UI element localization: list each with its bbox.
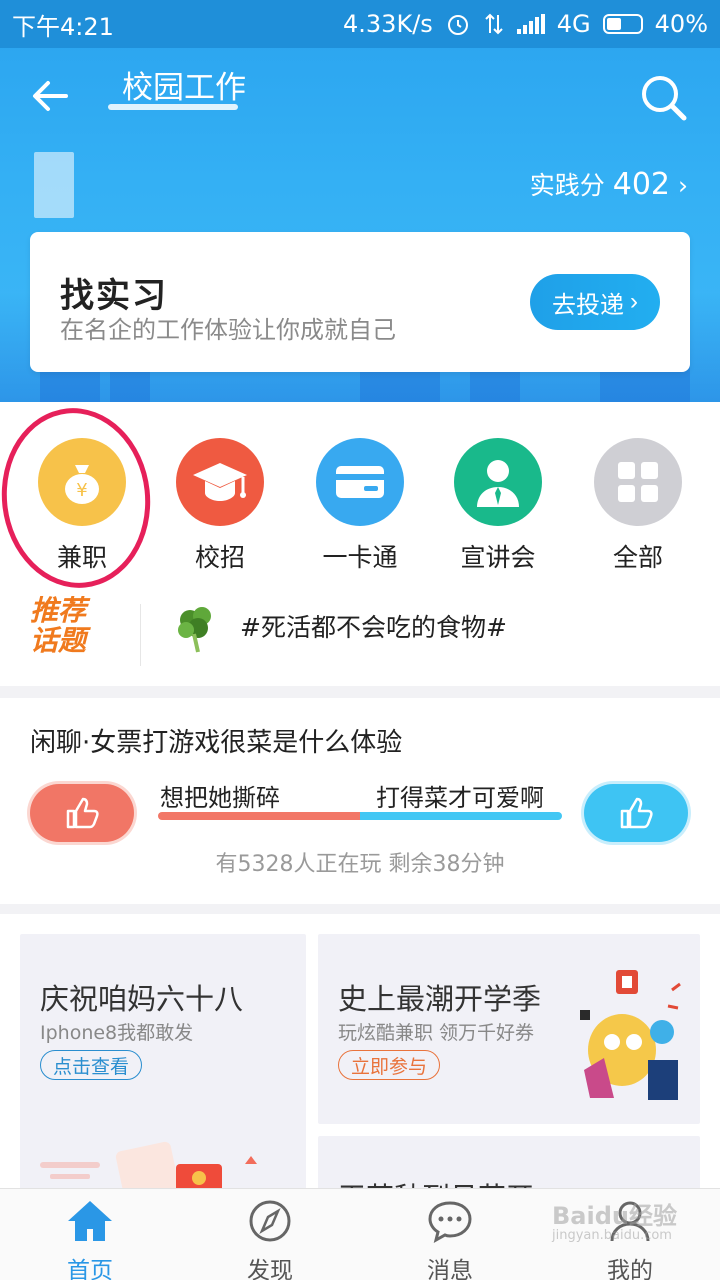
page-title: 校园工作: [122, 70, 246, 106]
quick-entry-campus-card[interactable]: 一卡通: [300, 438, 420, 574]
watermark: Baidu经验: [552, 1202, 677, 1230]
join-button[interactable]: 立即参与: [338, 1050, 441, 1080]
speaker-person-icon: [454, 438, 542, 526]
watermark-url: jingyan.baidu.com: [552, 1228, 672, 1243]
tab-label: 我的: [607, 1258, 653, 1280]
score-label: 实践分: [529, 171, 605, 200]
promo-subtitle: 玩炫酷兼职 领万千好券: [338, 1022, 535, 1044]
promo-card-mother[interactable]: 庆祝咱妈六十八 Iphone8我都敢发 点击查看: [20, 934, 306, 1194]
network-speed: 4.33K/s: [343, 10, 433, 38]
phone-gift-illustration: [40, 1141, 257, 1194]
nav-bar: 校园工作: [0, 48, 720, 144]
thumbs-up-icon: [66, 797, 99, 829]
battery-icon: [602, 14, 643, 34]
party-illustration: [580, 970, 681, 1100]
internship-card[interactable]: 找实习 在名企的工作体验让你成就自己 去投递 ›: [30, 232, 690, 372]
svg-text:¥: ¥: [76, 480, 87, 501]
tab-label: 消息: [427, 1258, 473, 1280]
deliver-button-label: 去投递: [552, 291, 624, 319]
badge-line-1: 推荐: [30, 594, 87, 627]
recommended-topic-badge: 推荐 话题: [30, 596, 118, 670]
vote-right-option: 打得菜才可爱啊: [376, 784, 544, 812]
card-icon: [316, 438, 404, 526]
alarm-icon: [447, 15, 468, 35]
quick-entries: ¥ 兼职 校招 一卡通 宣讲会 全部: [0, 402, 720, 588]
vote-right-button[interactable]: [584, 784, 688, 842]
quick-entry-parttime[interactable]: ¥ 兼职: [22, 438, 142, 574]
chevron-right-icon: ›: [678, 171, 688, 200]
promo-title: 庆祝咱妈六十八: [40, 982, 244, 1016]
promo-card-school-season[interactable]: 史上最潮开学季 玩炫酷兼职 领万千好券 立即参与: [318, 934, 700, 1124]
deliver-button[interactable]: 去投递 ›: [530, 274, 660, 330]
quick-entry-seminar[interactable]: 宣讲会: [438, 438, 558, 574]
promo-section: 庆祝咱妈六十八 Iphone8我都敢发 点击查看 史上最潮开学季 玩炫酷兼职 领…: [0, 914, 720, 1196]
chat-bubble-icon: [428, 1201, 472, 1243]
money-bag-icon: ¥: [38, 438, 126, 526]
back-arrow-icon[interactable]: [28, 74, 72, 118]
network-type: 4G: [556, 10, 591, 38]
battery-percent: 40%: [654, 10, 708, 38]
quick-entry-campus-recruit[interactable]: 校招: [160, 438, 280, 574]
quick-entry-label: 全部: [612, 543, 663, 572]
tab-discover[interactable]: 发现: [210, 1197, 330, 1280]
status-time: 下午4:21: [12, 12, 114, 41]
promo-subtitle: Iphone8我都敢发: [40, 1022, 194, 1044]
vote-title[interactable]: 闲聊·女票打游戏很菜是什么体验: [30, 722, 402, 759]
quick-entry-label: 校招: [194, 543, 245, 572]
search-icon[interactable]: [638, 72, 690, 124]
status-bar: 下午4:21 4.33K/s 4G 40%: [0, 0, 720, 48]
home-icon: [68, 1201, 112, 1241]
quick-entry-label: 一卡通: [322, 543, 398, 572]
grid-icon: [594, 438, 682, 526]
quick-entry-label: 兼职: [56, 543, 107, 572]
topic-text: #死活都不会吃的食物#: [240, 613, 507, 642]
promo-title: 史上最潮开学季: [338, 982, 542, 1016]
practice-score[interactable]: 实践分 402 ›: [530, 166, 688, 202]
view-button[interactable]: 点击查看: [40, 1050, 143, 1080]
promo-card-autumn[interactable]: 天若秋到见花开: [318, 1136, 700, 1196]
tab-home[interactable]: 首页: [30, 1197, 150, 1280]
quick-entry-label: 宣讲会: [460, 543, 536, 572]
internship-subtitle: 在名企的工作体验让你成就自己: [60, 316, 396, 344]
score-value: 402: [612, 167, 670, 202]
badge-line-2: 话题: [30, 624, 87, 657]
avatar[interactable]: [34, 152, 74, 218]
vegetable-icon: [178, 607, 211, 653]
vote-meta: 有5328人正在玩 剩余38分钟: [215, 852, 505, 877]
data-transfer-icon: [485, 13, 503, 35]
quick-entry-all[interactable]: 全部: [578, 438, 698, 574]
recommended-topic[interactable]: 推荐 话题 #死活都不会吃的食物#: [0, 588, 720, 686]
vote-progress-bar: [158, 812, 562, 820]
chevron-right-icon: ›: [630, 288, 638, 315]
vote-card: 闲聊·女票打游戏很菜是什么体验 想把她撕碎 打得菜才可爱啊 有5328人正在玩 …: [0, 698, 720, 904]
tab-label: 首页: [67, 1258, 113, 1280]
thumbs-up-icon: [620, 797, 653, 829]
tab-messages[interactable]: 消息: [390, 1197, 510, 1280]
vote-left-button[interactable]: [30, 784, 134, 842]
compass-icon: [249, 1200, 291, 1242]
graduation-cap-icon: [176, 438, 264, 526]
title-redaction: [108, 104, 238, 110]
vote-left-option: 想把她撕碎: [160, 784, 280, 812]
signal-icon: [516, 14, 545, 34]
divider: [140, 604, 141, 666]
tab-label: 发现: [247, 1258, 293, 1280]
